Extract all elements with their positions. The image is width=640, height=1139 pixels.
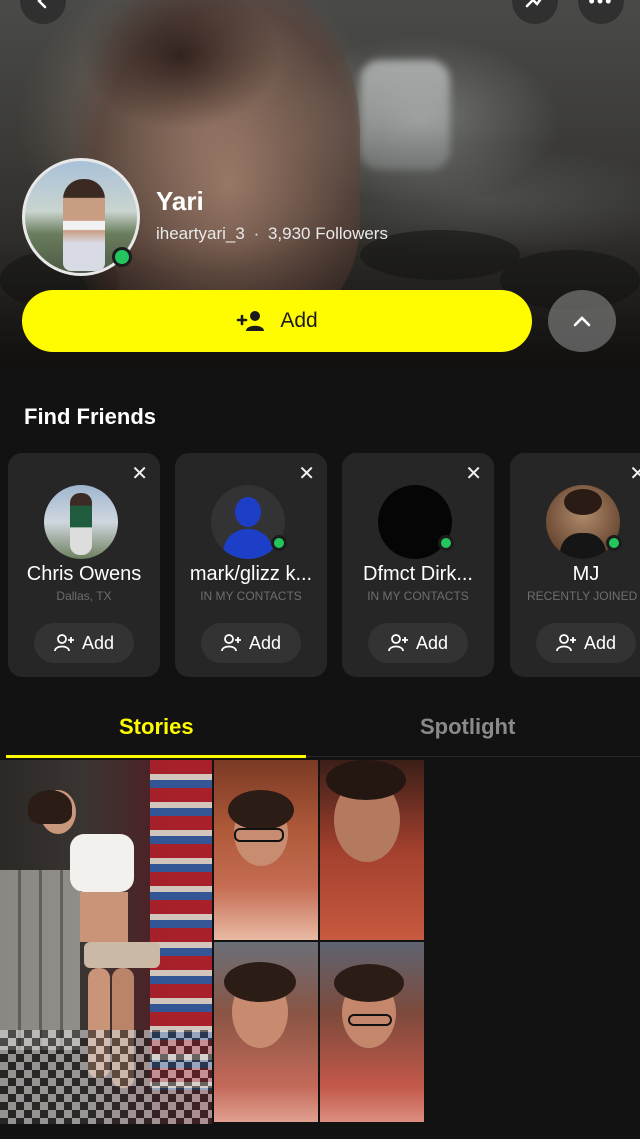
add-friend-icon [221,634,241,652]
share-icon [525,0,542,8]
close-icon[interactable]: ✕ [465,461,482,486]
friend-card[interactable]: ✕ Dfmct Dirk... IN MY CONTACTS Add [342,453,494,677]
online-indicator [112,247,132,267]
story-thumbnail[interactable] [214,760,318,940]
add-friend-icon [556,634,576,652]
profile-followers: 3,930 Followers [267,224,388,243]
online-indicator [606,535,622,551]
friend-card[interactable]: ✕ MJ RECENTLY JOINED Add [510,453,640,677]
friend-add-label: Add [415,632,449,653]
add-friend-icon [237,311,265,331]
active-tab-indicator [6,755,306,758]
find-friends-title: Find Friends [24,404,156,429]
story-thumbnail[interactable] [214,942,318,1122]
friend-card[interactable]: ✕ mark/glizz k... IN MY CONTACTS Add [175,453,327,677]
friend-add-label: Add [81,632,115,653]
friend-add-label: Add [583,632,617,653]
profile-username: iheartyari_3 [156,224,245,243]
add-friend-label: Add [280,309,318,332]
checkered-floor [0,1030,212,1124]
friend-subtitle: Dallas, TX [56,589,112,603]
friend-subtitle: IN MY CONTACTS [367,589,469,603]
story-person-hair [28,790,72,824]
separator: · [253,224,260,243]
story-person-shorts [84,942,160,968]
friend-add-button[interactable]: Add [201,623,301,663]
friend-add-button[interactable]: Add [536,623,636,663]
tab-stories[interactable]: Stories [119,714,194,740]
friend-add-button[interactable]: Add [368,623,468,663]
tab-divider [306,756,640,757]
close-icon[interactable]: ✕ [298,461,315,486]
online-indicator [271,535,287,551]
tab-spotlight[interactable]: Spotlight [420,714,515,740]
add-friend-icon [388,634,408,652]
avatar-figure [63,179,105,271]
story-thumbnail[interactable] [320,942,424,1122]
profile-name: Yari [156,186,204,216]
friend-name: Chris Owens [26,563,142,585]
glass-block-wall [0,870,80,1050]
friend-card[interactable]: ✕ Chris Owens Dallas, TX Add [8,453,160,677]
friend-name: mark/glizz k... [189,563,313,585]
friend-subtitle: RECENTLY JOINED [527,589,638,603]
close-icon[interactable]: ✕ [629,461,640,486]
profile-subtitle: iheartyari_3 · 3,930 Followers [156,224,388,244]
friend-add-button[interactable]: Add [34,623,134,663]
add-friend-button[interactable]: Add [22,290,532,352]
story-person-shirt [70,834,134,892]
waterfall-background [360,60,450,170]
story-thumbnail[interactable] [320,760,424,940]
collapse-button[interactable] [548,290,616,352]
more-icon: ••• [588,0,614,11]
close-icon[interactable]: ✕ [131,461,148,486]
friend-name: Dfmct Dirk... [363,563,473,585]
add-friend-icon [54,634,74,652]
avatar [44,485,118,559]
friend-add-label: Add [248,632,282,653]
online-indicator [438,535,454,551]
friend-name: MJ [572,563,600,585]
friend-subtitle: IN MY CONTACTS [200,589,302,603]
story-thumbnail[interactable] [0,760,212,1124]
story-person-waist [80,892,128,942]
back-icon [37,0,47,9]
chevron-up-icon [573,316,591,327]
